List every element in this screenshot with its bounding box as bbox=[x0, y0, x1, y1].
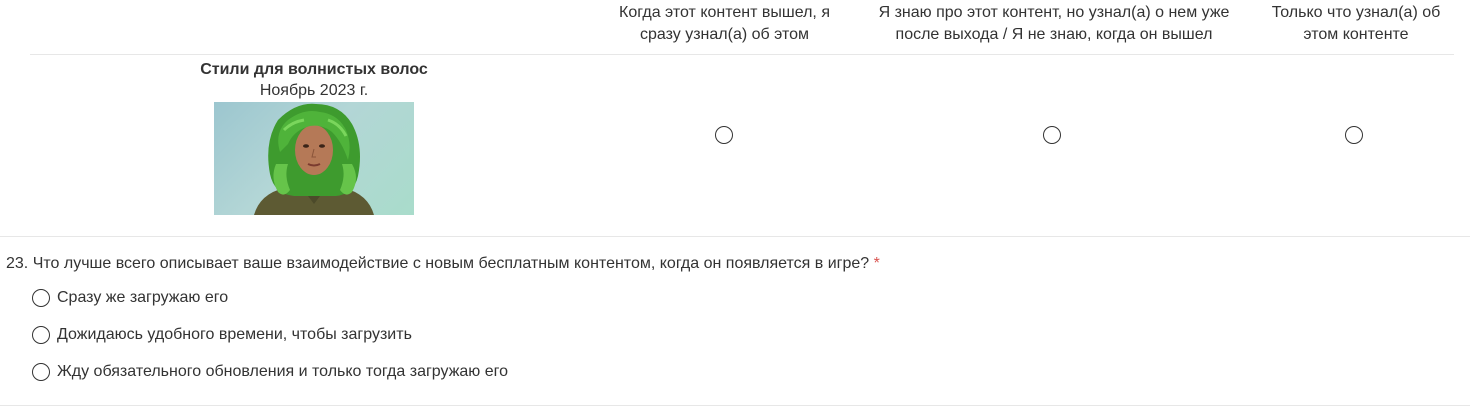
radio-button[interactable] bbox=[32, 326, 50, 344]
matrix-header-divider bbox=[30, 54, 1454, 55]
radio-button[interactable] bbox=[32, 289, 50, 307]
radio-button[interactable] bbox=[32, 363, 50, 381]
matrix-column-header-3: Только что узнал(а) об этом контенте bbox=[1258, 2, 1454, 46]
sim-character-image bbox=[214, 102, 414, 215]
option-label: Дожидаюсь удобного времени, чтобы загруз… bbox=[57, 326, 412, 343]
matrix-column-header-1: Когда этот контент вышел, я сразу узнал(… bbox=[612, 2, 837, 46]
matrix-radio-column-2[interactable] bbox=[1043, 126, 1061, 144]
column-header-line: Только что узнал(а) об bbox=[1271, 4, 1441, 21]
question-number: 23. bbox=[6, 255, 29, 272]
matrix-radio-column-1[interactable] bbox=[715, 126, 733, 144]
matrix-row-label: Стили для волнистых волос Ноябрь 2023 г. bbox=[180, 59, 448, 101]
question-text: Что лучше всего описывает ваше взаимодей… bbox=[32, 255, 870, 272]
column-header-line: Я знаю про этот контент, но узнал(а) о н… bbox=[878, 4, 1230, 21]
required-indicator: * bbox=[873, 255, 880, 272]
option-label: Жду обязательного обновления и только то… bbox=[57, 363, 509, 380]
section-divider bbox=[0, 236, 1470, 237]
option-wait-convenient-time[interactable]: Дожидаюсь удобного времени, чтобы загруз… bbox=[32, 324, 412, 346]
bottom-divider bbox=[0, 405, 1470, 406]
sim-character-illustration bbox=[254, 103, 374, 215]
column-header-line: этом контенте bbox=[1303, 26, 1409, 43]
option-wait-required-update[interactable]: Жду обязательного обновления и только то… bbox=[32, 361, 508, 383]
option-label: Сразу же загружаю его bbox=[57, 289, 229, 306]
matrix-radio-column-3[interactable] bbox=[1345, 126, 1363, 144]
question-23: 23. Что лучше всего описывает ваше взаим… bbox=[6, 254, 880, 274]
row-date: Ноябрь 2023 г. bbox=[259, 82, 369, 99]
column-header-line: сразу узнал(а) об этом bbox=[640, 26, 809, 43]
row-title: Стили для волнистых волос bbox=[200, 61, 428, 78]
matrix-column-header-2: Я знаю про этот контент, но узнал(а) о н… bbox=[868, 2, 1240, 46]
option-download-immediately[interactable]: Сразу же загружаю его bbox=[32, 287, 228, 309]
column-header-line: Когда этот контент вышел, я bbox=[619, 4, 830, 21]
column-header-line: после выхода / Я не знаю, когда он вышел bbox=[895, 26, 1213, 43]
